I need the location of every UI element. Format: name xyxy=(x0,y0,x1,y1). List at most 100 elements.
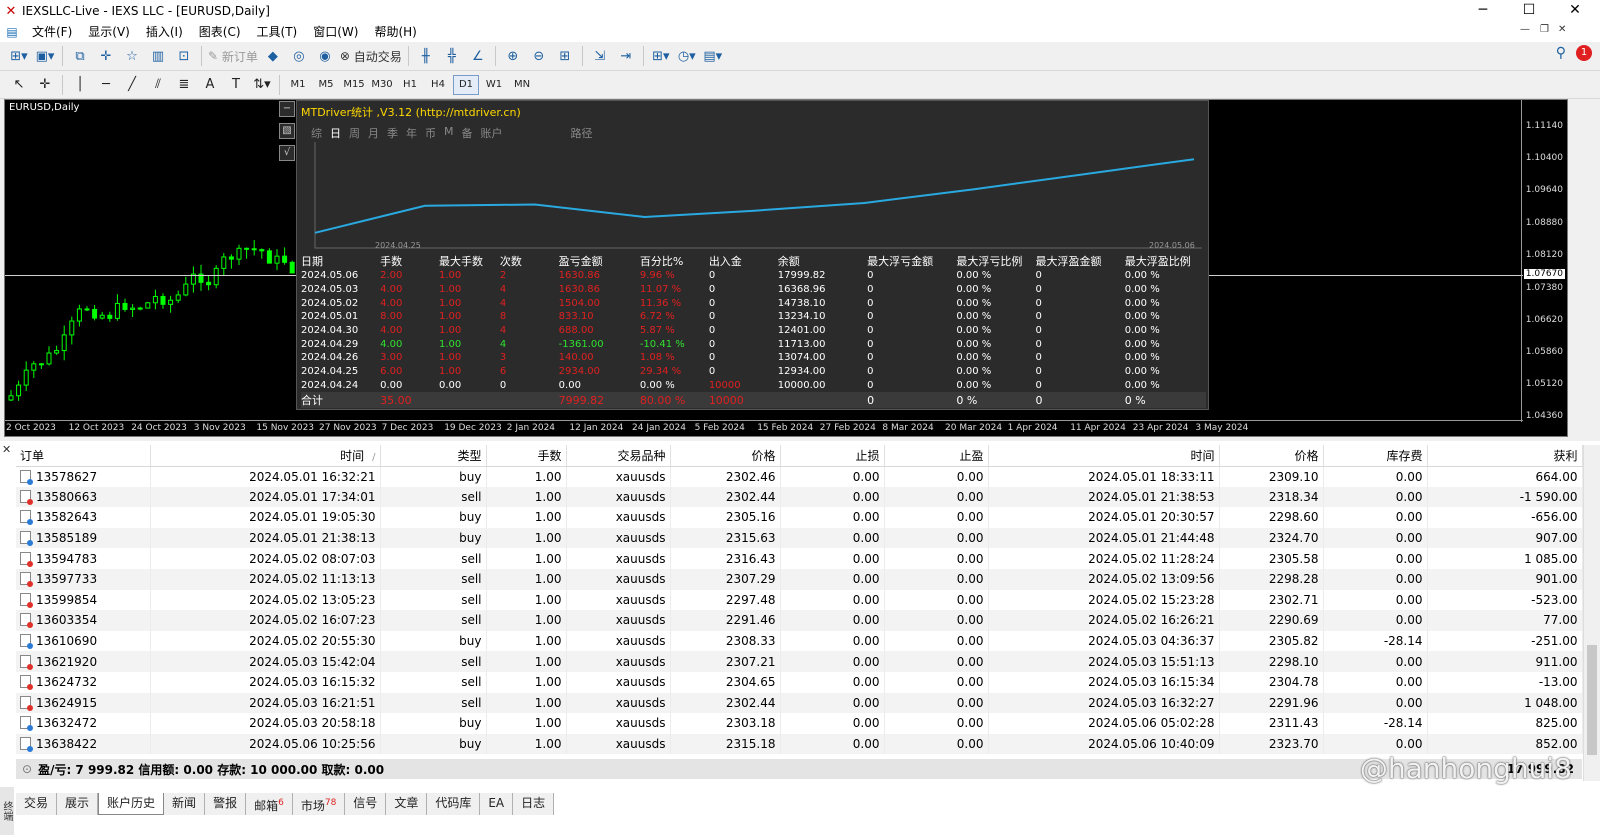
line-chart-icon[interactable]: ∠ xyxy=(467,45,489,67)
close-button[interactable]: ✕ xyxy=(1552,0,1598,22)
terminal-tab[interactable]: 警报 xyxy=(205,793,247,815)
history-row[interactable]: 13585189 2024.05.01 21:38:13 buy 1.00 xauusd… xyxy=(16,527,1583,549)
history-row[interactable]: 13582643 2024.05.01 19:05:30 buy 1.00 xauusd… xyxy=(16,507,1583,528)
mdi-restore-icon[interactable]: ❐ xyxy=(1540,24,1549,35)
profiles-icon[interactable]: ▣▾ xyxy=(34,45,56,67)
history-row[interactable]: 13597733 2024.05.02 11:13:13 sell 1.00 xauus… xyxy=(16,568,1583,590)
mtd-minimize-button[interactable]: − xyxy=(279,101,295,117)
history-column-header[interactable]: 类型 xyxy=(380,445,487,467)
mdi-close-icon[interactable]: ✕ xyxy=(1558,24,1566,35)
community-icon[interactable]: ◉ xyxy=(314,45,336,67)
history-row[interactable]: 13624915 2024.05.03 16:21:51 sell 1.00 xauus… xyxy=(16,692,1583,714)
terminal-side-label[interactable]: 终端 xyxy=(0,787,14,835)
new-order-button[interactable]: ✎ 新订单 xyxy=(208,45,258,67)
new-chart-icon[interactable]: ⊞▾ xyxy=(8,45,30,67)
zoom-in-icon[interactable]: ⊕ xyxy=(502,45,524,67)
history-column-header[interactable]: 价格 xyxy=(1219,445,1324,467)
minimize-button[interactable]: ─ xyxy=(1460,0,1506,22)
history-row[interactable]: 13621920 2024.05.03 15:42:04 sell 1.00 xauus… xyxy=(16,651,1583,672)
maximize-button[interactable]: ☐ xyxy=(1506,0,1552,22)
mtd-tab[interactable]: 日 xyxy=(330,125,341,141)
history-column-header[interactable]: 时间 xyxy=(988,445,1220,467)
history-column-header[interactable]: 交易品种 xyxy=(566,445,671,467)
crosshair-icon[interactable]: ✛ xyxy=(34,74,56,96)
trendline-icon[interactable]: ╱ xyxy=(121,74,143,96)
cursor-icon[interactable]: ↖ xyxy=(8,74,30,96)
timeframe-h1[interactable]: H1 xyxy=(397,75,423,95)
price-chart[interactable]: EURUSD,Daily 1.11140 1.10400 1.09640 1.0… xyxy=(4,99,1568,437)
history-row[interactable]: 13594783 2024.05.02 08:07:03 sell 1.00 xauus… xyxy=(16,548,1583,569)
timeframe-d1[interactable]: D1 xyxy=(453,74,479,95)
timeframe-h4[interactable]: H4 xyxy=(425,75,451,95)
timeframe-m1[interactable]: M1 xyxy=(285,75,311,95)
navigator-icon[interactable]: ☆ xyxy=(121,45,143,67)
vertical-line-icon[interactable]: │ xyxy=(69,74,91,96)
mtd-tab[interactable]: 币 xyxy=(425,125,436,141)
text-label-icon[interactable]: T xyxy=(225,74,247,96)
timeframe-m5[interactable]: M5 xyxy=(313,75,339,95)
timeframe-m15[interactable]: M15 xyxy=(341,75,367,95)
scrollbar-thumb[interactable] xyxy=(1587,645,1597,755)
terminal-tab[interactable]: 文章 xyxy=(386,793,428,815)
periods-icon[interactable]: ◷▾ xyxy=(676,45,698,67)
mtd-tab[interactable]: 综 xyxy=(311,125,322,141)
bar-chart-icon[interactable]: ╫ xyxy=(415,45,437,67)
data-window-icon[interactable]: ✛ xyxy=(95,45,117,67)
mtd-check-button[interactable]: √ xyxy=(279,145,295,161)
history-row[interactable]: 13578627 2024.05.01 16:32:21 buy 1.00 xauusd… xyxy=(16,466,1583,487)
history-column-header[interactable]: 时间 / xyxy=(150,445,381,467)
strategy-tester-icon[interactable]: ⊡ xyxy=(173,45,195,67)
mtd-tab[interactable]: 季 xyxy=(387,125,398,141)
menu-view[interactable]: 显示(V) xyxy=(80,22,138,42)
chart-window-icon[interactable]: ▤ xyxy=(0,25,24,39)
chart-shift-icon[interactable]: ⇥ xyxy=(615,45,637,67)
mtdriver-panel[interactable]: − ▧ √ MTDriver统计 ,V3.12 (http://mtdriver… xyxy=(279,100,1209,410)
auto-trading-button[interactable]: ⊗ 自动交易 xyxy=(340,45,402,67)
terminal-tab[interactable]: 账户历史 xyxy=(98,793,165,815)
auto-scroll-icon[interactable]: ⇲ xyxy=(589,45,611,67)
signals-icon[interactable]: ◎ xyxy=(288,45,310,67)
terminal-tab[interactable]: 展示 xyxy=(57,793,99,815)
history-column-header[interactable]: 库存费 xyxy=(1323,445,1428,467)
arrows-icon[interactable]: ⇅▾ xyxy=(251,74,273,96)
menu-help[interactable]: 帮助(H) xyxy=(366,22,424,42)
indicators-icon[interactable]: ⊞▾ xyxy=(650,45,672,67)
mtd-tab[interactable]: M xyxy=(444,125,454,141)
market-watch-icon[interactable]: ⧉ xyxy=(69,45,91,67)
terminal-tab[interactable]: 日志 xyxy=(513,793,555,815)
zoom-out-icon[interactable]: ⊖ xyxy=(528,45,550,67)
history-row[interactable]: 13638422 2024.05.06 10:25:56 buy 1.00 xauusd… xyxy=(16,733,1583,755)
terminal-tab[interactable]: 邮箱6 xyxy=(246,793,293,815)
history-row[interactable]: 13624732 2024.05.03 16:15:32 sell 1.00 xauus… xyxy=(16,671,1583,693)
history-column-header[interactable]: 订单 xyxy=(16,445,151,467)
timeframe-m30[interactable]: M30 xyxy=(369,75,395,95)
terminal-tab[interactable]: 交易 xyxy=(16,793,58,815)
fibonacci-icon[interactable]: ≣ xyxy=(173,74,195,96)
history-row[interactable]: 13610690 2024.05.02 20:55:30 buy 1.00 xauusd… xyxy=(16,630,1583,652)
history-row[interactable]: 13603354 2024.05.02 16:07:23 sell 1.00 xauus… xyxy=(16,610,1583,631)
terminal-tab[interactable]: 信号 xyxy=(345,793,387,815)
terminal-tab[interactable]: 新闻 xyxy=(164,793,206,815)
history-row[interactable]: 13599854 2024.05.02 13:05:23 sell 1.00 xauus… xyxy=(16,589,1583,611)
terminal-close-icon[interactable]: ✕ xyxy=(2,443,11,456)
terminal-icon[interactable]: ▥ xyxy=(147,45,169,67)
candlesticks-icon[interactable]: ╬ xyxy=(441,45,463,67)
mtd-tab[interactable]: 账户 xyxy=(481,125,503,141)
notification-badge[interactable]: 1 xyxy=(1576,45,1592,61)
history-row[interactable]: 13632472 2024.05.03 20:58:18 buy 1.00 xauusd… xyxy=(16,713,1583,734)
mtd-tab[interactable]: 周 xyxy=(349,125,360,141)
horizontal-line-icon[interactable]: ─ xyxy=(95,74,117,96)
equidistant-channel-icon[interactable]: ⫽ xyxy=(147,74,169,96)
history-row[interactable]: 13580663 2024.05.01 17:34:01 sell 1.00 xauus… xyxy=(16,486,1583,508)
history-column-header[interactable]: 止损 xyxy=(780,445,885,467)
text-icon[interactable]: A xyxy=(199,74,221,96)
mtd-tab[interactable]: 备 xyxy=(462,125,473,141)
history-column-header[interactable]: 获利 xyxy=(1427,445,1583,467)
vertical-scrollbar[interactable] xyxy=(1583,445,1600,781)
terminal-tab[interactable]: 市场78 xyxy=(292,793,346,815)
history-column-header[interactable]: 手数 xyxy=(486,445,567,467)
search-icon[interactable]: ⚲ xyxy=(1556,45,1566,61)
menu-charts[interactable]: 图表(C) xyxy=(191,22,249,42)
metaeditor-icon[interactable]: ◆ xyxy=(262,45,284,67)
mtd-tab[interactable]: 路径 xyxy=(571,125,593,141)
